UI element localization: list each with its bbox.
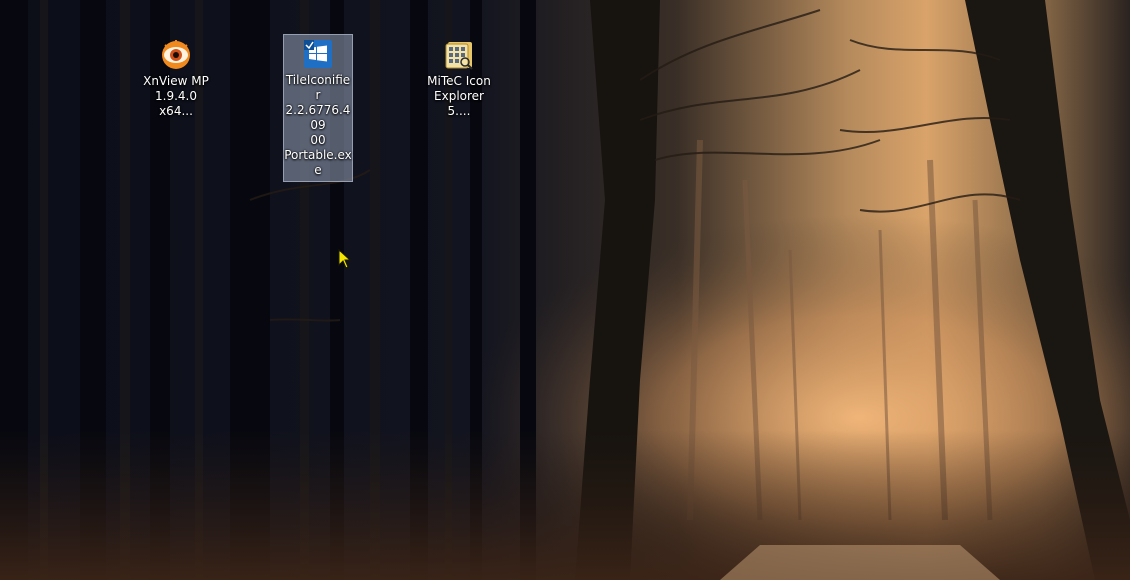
- desktop-icon-label: TileIconifier 2.2.6776.409 00 Portable.e…: [284, 73, 352, 178]
- desktop-icon-mitec-icon-explorer[interactable]: MiTeC Icon Explorer 5....: [424, 36, 494, 122]
- label-line: 00: [310, 133, 326, 147]
- mouse-cursor-icon: [338, 249, 352, 269]
- label-line: Explorer 5....: [434, 89, 484, 118]
- desktop-icon-tileiconifier[interactable]: TileIconifier 2.2.6776.409 00 Portable.e…: [283, 34, 353, 182]
- label-line: XnView MP: [143, 74, 209, 88]
- mitec-icon-explorer-icon: [445, 42, 473, 70]
- label-line: TileIconifier: [285, 73, 351, 102]
- label-line: MiTeC Icon: [427, 74, 491, 88]
- desktop-icon-label: XnView MP 1.9.4.0 x64...: [141, 74, 211, 119]
- desktop-icon-label: MiTeC Icon Explorer 5....: [424, 74, 494, 119]
- desktop[interactable]: XnView MP 1.9.4.0 x64... TileIconifier 2…: [0, 0, 1130, 580]
- xnview-eye-icon: [162, 40, 190, 69]
- tileiconifier-windows-icon: [304, 40, 332, 68]
- label-line: 2.2.6776.409: [285, 103, 351, 132]
- label-line: 1.9.4.0 x64...: [155, 89, 197, 118]
- label-line: Portable.exe: [284, 148, 352, 177]
- desktop-icon-xnview[interactable]: XnView MP 1.9.4.0 x64...: [141, 36, 211, 122]
